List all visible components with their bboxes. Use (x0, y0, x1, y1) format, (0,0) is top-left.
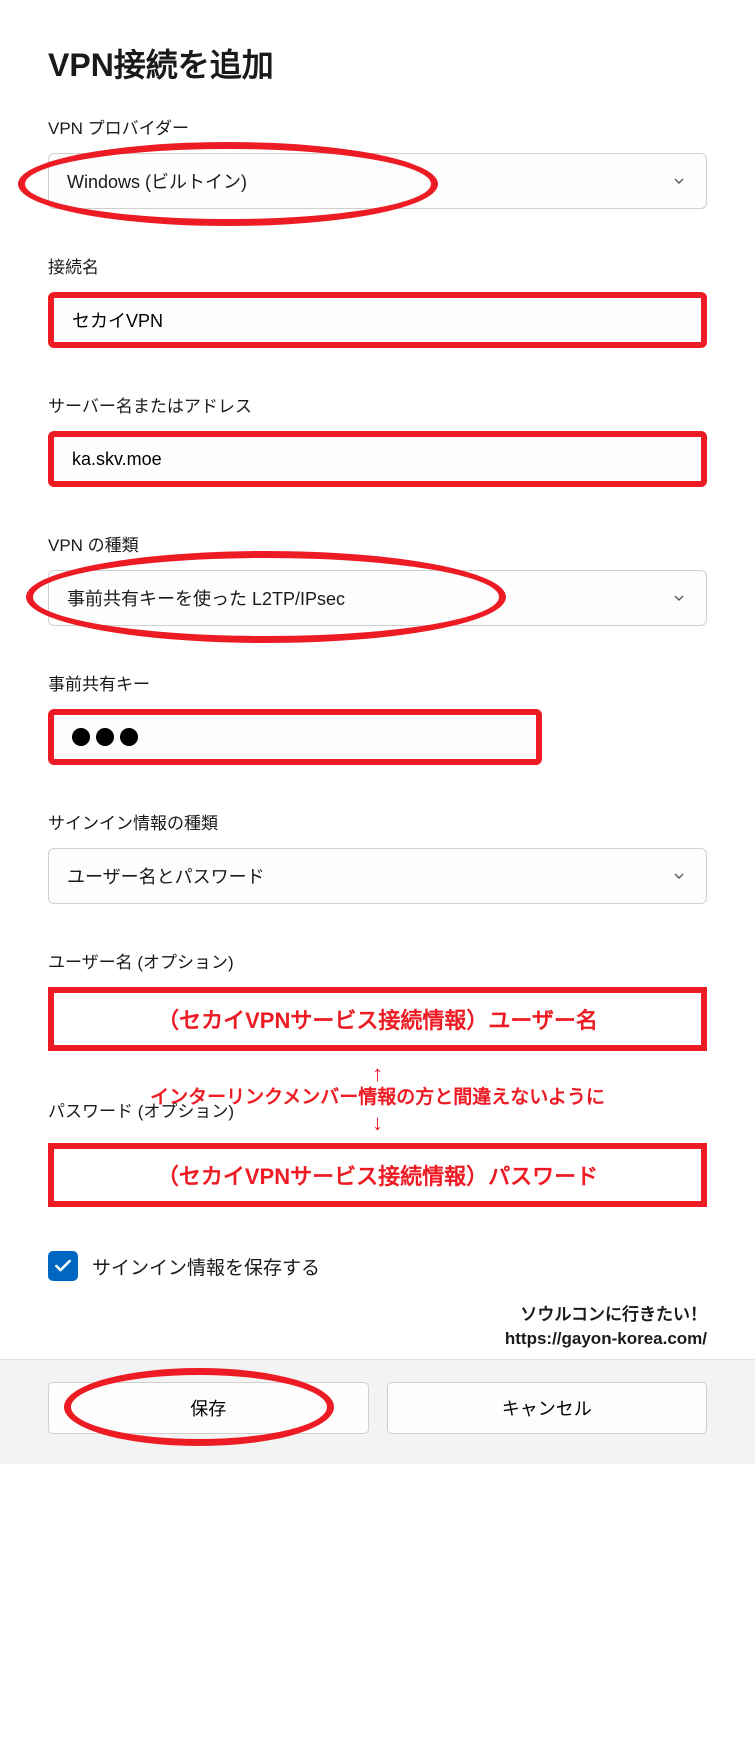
password-hint-box[interactable]: （セカイVPNサービス接続情報）パスワード (48, 1143, 707, 1207)
warning-note: ↑ インターリンクメンバー情報の方と間違えないように ↓ パスワード (オプショ… (48, 1061, 707, 1133)
watermark: ソウルコンに行きたい！ https://gayon-korea.com/ (0, 1303, 755, 1359)
signin-type-group: サインイン情報の種類 ユーザー名とパスワード (48, 809, 707, 904)
connection-name-input[interactable] (48, 292, 707, 348)
signin-type-label: サインイン情報の種類 (48, 809, 707, 834)
cancel-button[interactable]: キャンセル (387, 1382, 708, 1434)
save-signin-checkbox[interactable] (48, 1251, 78, 1281)
username-label: ユーザー名 (オプション) (48, 948, 707, 973)
save-button[interactable]: 保存 (48, 1382, 369, 1434)
psk-group: 事前共有キー (48, 670, 707, 765)
username-hint-box[interactable]: （セカイVPNサービス接続情報）ユーザー名 (48, 987, 707, 1051)
save-signin-row[interactable]: サインイン情報を保存する (48, 1251, 707, 1281)
connection-name-label: 接続名 (48, 253, 707, 278)
chevron-down-icon (670, 172, 688, 190)
arrow-up-icon: ↑ (48, 1061, 707, 1087)
signin-type-select[interactable]: ユーザー名とパスワード (48, 848, 707, 904)
server-group: サーバー名またはアドレス (48, 392, 707, 487)
vpn-provider-label: VPN プロバイダー (48, 114, 707, 139)
server-input[interactable] (48, 431, 707, 487)
vpn-provider-value: Windows (ビルトイン) (67, 168, 247, 194)
connection-name-group: 接続名 (48, 253, 707, 348)
username-group: ユーザー名 (オプション) （セカイVPNサービス接続情報）ユーザー名 (48, 948, 707, 1051)
vpn-type-value: 事前共有キーを使った L2TP/IPsec (67, 585, 345, 611)
chevron-down-icon (670, 589, 688, 607)
signin-type-value: ユーザー名とパスワード (67, 863, 265, 889)
watermark-line1: ソウルコンに行きたい！ (0, 1303, 707, 1327)
button-bar: 保存 キャンセル (0, 1359, 755, 1464)
chevron-down-icon (670, 867, 688, 885)
vpn-provider-select[interactable]: Windows (ビルトイン) (48, 153, 707, 209)
password-label: パスワード (オプション) (48, 1097, 234, 1122)
vpn-provider-group: VPN プロバイダー Windows (ビルトイン) (48, 114, 707, 209)
page-title: VPN接続を追加 (48, 40, 707, 86)
watermark-line2: https://gayon-korea.com/ (0, 1327, 707, 1351)
psk-label: 事前共有キー (48, 670, 707, 695)
vpn-type-group: VPN の種類 事前共有キーを使った L2TP/IPsec (48, 531, 707, 626)
save-signin-label: サインイン情報を保存する (92, 1253, 320, 1280)
vpn-type-select[interactable]: 事前共有キーを使った L2TP/IPsec (48, 570, 707, 626)
password-dots (72, 728, 138, 746)
vpn-type-label: VPN の種類 (48, 531, 707, 556)
server-label: サーバー名またはアドレス (48, 392, 707, 417)
psk-input[interactable] (48, 709, 542, 765)
password-group: （セカイVPNサービス接続情報）パスワード (48, 1143, 707, 1207)
